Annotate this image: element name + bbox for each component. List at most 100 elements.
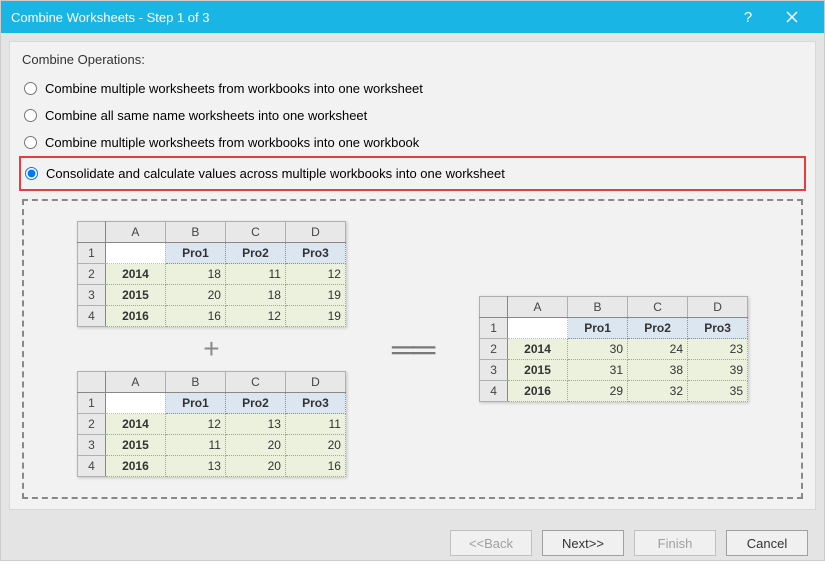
preview-area: ABCD1Pro1Pro2Pro322014181112320152018194… <box>22 199 803 499</box>
row-header: 4 <box>480 381 508 402</box>
header-cell: Pro2 <box>628 318 688 339</box>
col-header: A <box>105 222 165 243</box>
data-cell: 16 <box>285 456 345 477</box>
data-cell: 2015 <box>508 360 568 381</box>
col-header: B <box>165 222 225 243</box>
titlebar: Combine Worksheets - Step 1 of 3 ? <box>1 1 824 33</box>
data-cell: 24 <box>628 339 688 360</box>
help-button[interactable]: ? <box>726 1 770 33</box>
data-cell: 38 <box>628 360 688 381</box>
data-cell: 20 <box>225 435 285 456</box>
row-header: 2 <box>77 264 105 285</box>
row-header: 1 <box>77 243 105 264</box>
col-header: D <box>285 222 345 243</box>
table-container: ABCD1Pro1Pro2Pro322014121311320151120204… <box>77 371 346 477</box>
close-button[interactable] <box>770 1 814 33</box>
data-cell: 11 <box>225 264 285 285</box>
cancel-button[interactable]: Cancel <box>726 530 808 556</box>
mini-table: ABCD1Pro1Pro2Pro322014302423320153138394… <box>479 296 748 402</box>
col-header: A <box>508 297 568 318</box>
data-cell: 19 <box>285 306 345 327</box>
header-cell <box>105 393 165 414</box>
row-header: 2 <box>480 339 508 360</box>
data-cell: 20 <box>165 285 225 306</box>
header-cell: Pro3 <box>285 393 345 414</box>
dialog-window: Combine Worksheets - Step 1 of 3 ? Combi… <box>0 0 825 561</box>
row-header: 4 <box>77 306 105 327</box>
radio-input[interactable] <box>24 82 37 95</box>
data-cell: 12 <box>225 306 285 327</box>
data-cell: 2016 <box>105 456 165 477</box>
row-header: 1 <box>77 393 105 414</box>
data-cell: 12 <box>165 414 225 435</box>
row-header: 2 <box>77 414 105 435</box>
back-button[interactable]: <<Back <box>450 530 532 556</box>
header-cell: Pro3 <box>688 318 748 339</box>
row-header: 3 <box>77 435 105 456</box>
radio-label: Consolidate and calculate values across … <box>46 166 505 181</box>
header-cell: Pro3 <box>285 243 345 264</box>
table-container: ABCD1Pro1Pro2Pro322014302423320153138394… <box>479 296 748 402</box>
data-cell: 11 <box>165 435 225 456</box>
option-combine-into-worksheet[interactable]: Combine multiple worksheets from workboo… <box>22 75 803 102</box>
radio-input[interactable] <box>24 136 37 149</box>
mini-table: ABCD1Pro1Pro2Pro322014181112320152018194… <box>77 221 346 327</box>
corner-cell <box>480 297 508 318</box>
row-header: 4 <box>77 456 105 477</box>
data-cell: 13 <box>225 414 285 435</box>
col-header: D <box>285 372 345 393</box>
radio-input[interactable] <box>24 109 37 122</box>
header-cell <box>105 243 165 264</box>
row-header: 1 <box>480 318 508 339</box>
data-cell: 30 <box>568 339 628 360</box>
highlighted-option: Consolidate and calculate values across … <box>19 156 806 191</box>
data-cell: 23 <box>688 339 748 360</box>
data-cell: 20 <box>285 435 345 456</box>
radio-label: Combine all same name worksheets into on… <box>45 108 367 123</box>
next-button[interactable]: Next>> <box>542 530 624 556</box>
data-cell: 35 <box>688 381 748 402</box>
header-cell: Pro2 <box>225 393 285 414</box>
radio-input[interactable] <box>25 167 38 180</box>
col-header: B <box>165 372 225 393</box>
close-icon <box>786 11 798 23</box>
header-cell: Pro2 <box>225 243 285 264</box>
data-cell: 2016 <box>508 381 568 402</box>
section-label: Combine Operations: <box>22 52 803 67</box>
col-header: A <box>105 372 165 393</box>
option-into-workbook[interactable]: Combine multiple worksheets from workboo… <box>22 129 803 156</box>
col-header: C <box>225 222 285 243</box>
corner-cell <box>77 372 105 393</box>
radio-group: Combine multiple worksheets from workboo… <box>22 75 803 191</box>
header-cell: Pro1 <box>568 318 628 339</box>
option-same-name[interactable]: Combine all same name worksheets into on… <box>22 102 803 129</box>
left-tables: ABCD1Pro1Pro2Pro322014181112320152018194… <box>77 221 346 477</box>
header-cell: Pro1 <box>165 243 225 264</box>
data-cell: 18 <box>225 285 285 306</box>
col-header: C <box>628 297 688 318</box>
data-cell: 18 <box>165 264 225 285</box>
data-cell: 29 <box>568 381 628 402</box>
plus-icon: + <box>203 335 219 363</box>
data-cell: 19 <box>285 285 345 306</box>
data-cell: 32 <box>628 381 688 402</box>
radio-label: Combine multiple worksheets from workboo… <box>45 81 423 96</box>
data-cell: 2015 <box>105 285 165 306</box>
window-title: Combine Worksheets - Step 1 of 3 <box>11 10 726 25</box>
data-cell: 2014 <box>105 264 165 285</box>
data-cell: 13 <box>165 456 225 477</box>
data-cell: 2014 <box>508 339 568 360</box>
data-cell: 16 <box>165 306 225 327</box>
finish-button[interactable]: Finish <box>634 530 716 556</box>
col-header: B <box>568 297 628 318</box>
button-bar: <<Back Next>> Finish Cancel <box>1 518 824 570</box>
corner-cell <box>77 222 105 243</box>
content-panel: Combine Operations: Combine multiple wor… <box>9 41 816 510</box>
option-consolidate[interactable]: Consolidate and calculate values across … <box>23 160 802 187</box>
data-cell: 11 <box>285 414 345 435</box>
header-cell: Pro1 <box>165 393 225 414</box>
table-container: ABCD1Pro1Pro2Pro322014181112320152018194… <box>77 221 346 327</box>
row-header: 3 <box>480 360 508 381</box>
col-header: C <box>225 372 285 393</box>
data-cell: 31 <box>568 360 628 381</box>
